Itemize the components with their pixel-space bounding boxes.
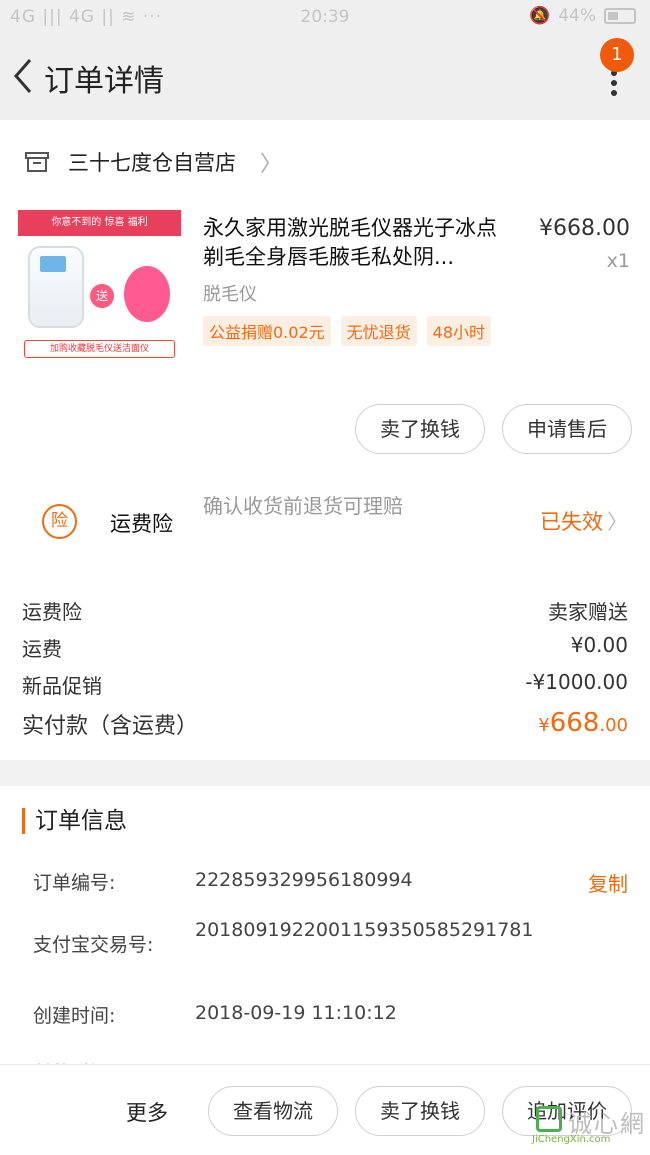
tag-donation: 公益捐赠0.02元 — [203, 316, 331, 346]
insurance-status[interactable]: 已失效〉 — [540, 506, 628, 536]
sell-button[interactable]: 卖了换钱 — [355, 1086, 485, 1136]
cost-value: ¥0.00 — [570, 633, 628, 657]
insurance-icon: 险 — [42, 504, 77, 539]
cost-label: 运费 — [22, 637, 62, 661]
total-currency: ¥ — [538, 715, 550, 736]
laser-device-image — [28, 246, 84, 328]
silent-icon: 🔕 — [529, 6, 551, 26]
watermark: 诚心網 JiChengXin.com — [530, 1104, 648, 1148]
tag-free-return: 无忧退货 — [340, 316, 417, 346]
cost-value: -¥1000.00 — [525, 670, 628, 694]
alipay-label: 支付宝交易号: — [33, 934, 154, 956]
created-label: 创建时间: — [33, 1005, 116, 1027]
total-row: 实付款（含运费） ¥668.00 — [22, 708, 628, 740]
image-banner: 你意不到的 惊喜 福利 — [18, 210, 181, 236]
more-button[interactable]: 更多 — [126, 1097, 168, 1127]
tag-48h: 48小时 — [426, 316, 492, 346]
section-title: 订单信息 — [22, 808, 127, 834]
watermark-url: JiChengXin.com — [532, 1134, 611, 1145]
chevron-right-icon: 〉 — [260, 152, 283, 177]
insurance-desc: 确认收货前退货可理赔 — [203, 494, 403, 518]
logistics-button[interactable]: 查看物流 — [208, 1086, 338, 1136]
product-tags: 公益捐赠0.02元 无忧退货 48小时 — [203, 316, 492, 346]
insurance-title: 运费险 — [110, 512, 173, 536]
nav-header: 订单详情 1 — [0, 34, 650, 120]
total-integer: 668 — [549, 708, 600, 738]
notification-badge: 1 — [600, 38, 634, 72]
battery-icon — [604, 8, 636, 24]
after-sale-button[interactable]: 申请售后 — [502, 404, 632, 454]
face-brush-image — [124, 266, 170, 322]
status-bar: 4G ||| 4G || ≋ ··· 20:39 🔕 44% — [0, 0, 650, 34]
cost-row: 运费 ¥0.00 — [22, 633, 628, 662]
product-image[interactable]: 你意不到的 惊喜 福利 送 加购收藏脱毛仪送洁面仪 — [18, 210, 181, 362]
order-card: 三十七度仓自营店 〉 你意不到的 惊喜 福利 送 加购收藏脱毛仪送洁面仪 永久家… — [0, 120, 650, 760]
total-amount: ¥668.00 — [538, 708, 628, 740]
cost-row: 运费险 卖家赠送 — [22, 596, 628, 625]
back-arrow-icon[interactable] — [8, 56, 38, 96]
insurance-status-text: 已失效 — [540, 510, 603, 534]
product-name[interactable]: 永久家用激光脱毛仪器光子冰点剃毛全身唇毛腋毛私处阴... — [203, 214, 511, 272]
chevron-right-icon: 〉 — [607, 510, 628, 534]
total-label: 实付款（含运费） — [22, 714, 199, 739]
copy-button[interactable]: 复制 — [588, 868, 628, 897]
shop-name: 三十七度仓自营店 — [68, 151, 236, 175]
total-decimal: .00 — [599, 715, 628, 736]
store-icon — [25, 152, 49, 172]
created-value: 2018-09-19 11:10:12 — [195, 1002, 397, 1024]
cost-label: 新品促销 — [22, 674, 102, 698]
cost-value: 卖家赠送 — [548, 600, 628, 624]
order-no-value: 222859329956180994 — [195, 869, 413, 891]
order-no-label: 订单编号: — [33, 872, 116, 894]
gift-badge: 送 — [90, 284, 114, 308]
product-qty: x1 — [606, 250, 630, 272]
image-caption: 加购收藏脱毛仪送洁面仪 — [24, 340, 175, 358]
battery-percent: 44% — [558, 6, 596, 26]
sell-button[interactable]: 卖了换钱 — [355, 404, 485, 454]
product-category: 脱毛仪 — [203, 284, 257, 305]
product-price: ¥668.00 — [539, 216, 630, 241]
alipay-value: 2018091922001159350585291781 — [195, 919, 534, 941]
cost-row: 新品促销 -¥1000.00 — [22, 670, 628, 699]
shop-row[interactable]: 三十七度仓自营店 〉 — [24, 146, 282, 178]
watermark-logo-icon — [536, 1106, 562, 1132]
page-title: 订单详情 — [44, 64, 164, 99]
order-info-section: 订单信息 订单编号: 222859329956180994 复制 支付宝交易号:… — [0, 786, 650, 1076]
status-right: 🔕 44% — [529, 6, 636, 26]
cost-label: 运费险 — [22, 600, 82, 624]
